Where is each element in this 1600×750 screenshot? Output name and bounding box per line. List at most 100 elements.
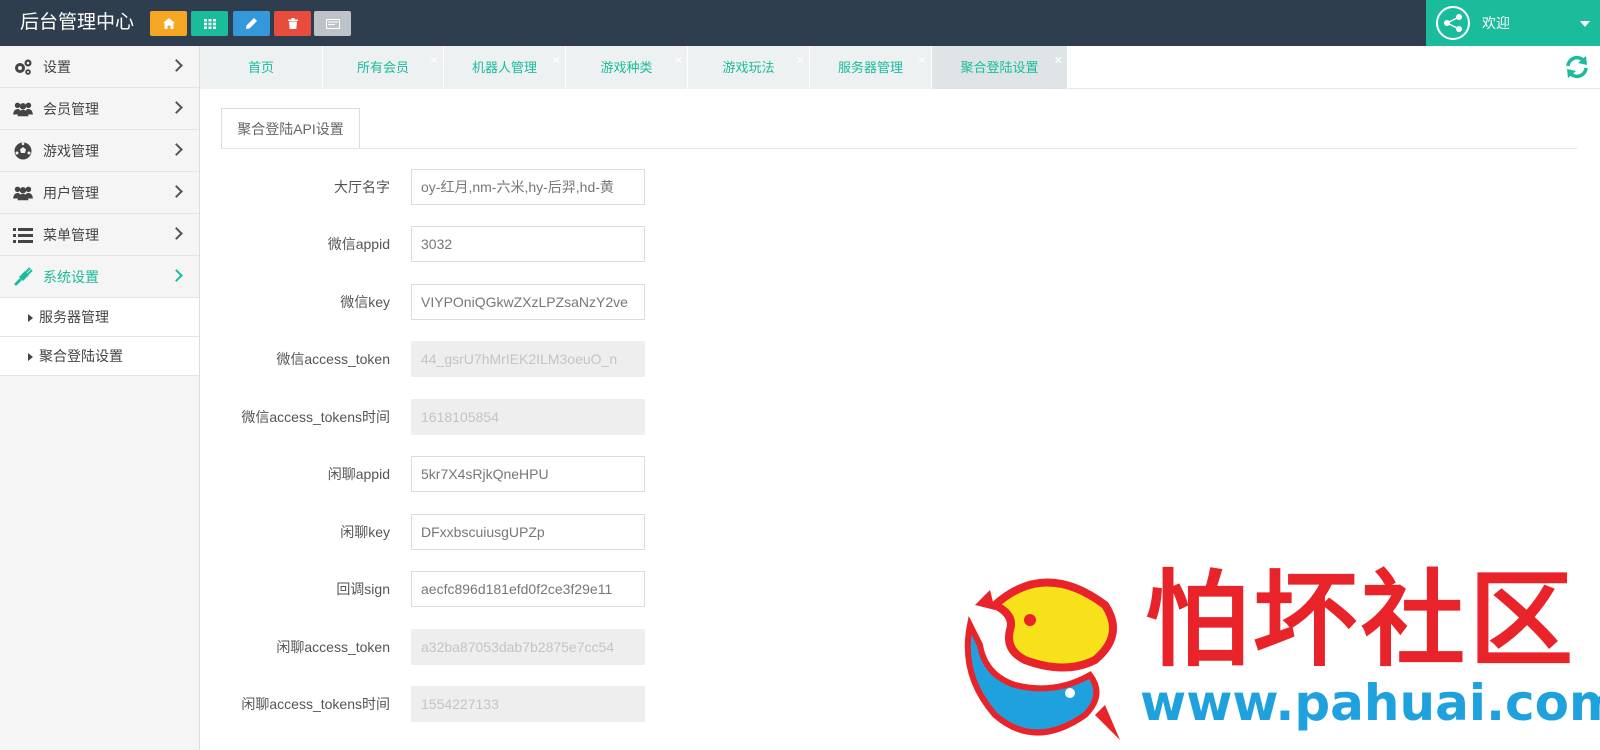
tab-robot-management[interactable]: 机器人管理 ✕ — [444, 46, 566, 89]
tab-label: 服务器管理 — [837, 60, 903, 75]
field-label: 微信access_token — [276, 351, 390, 367]
tab-game-types[interactable]: 游戏种类 ✕ — [566, 46, 688, 89]
sidebar-item-label: 系统设置 — [43, 269, 99, 285]
sidebar-item-label: 会员管理 — [43, 101, 99, 117]
top-bar: 后台管理中心 欢迎 — [0, 0, 1600, 46]
field-label: 闲聊appid — [327, 466, 390, 482]
close-icon[interactable]: ✕ — [918, 56, 927, 67]
tab-label: 机器人管理 — [471, 60, 537, 75]
field-label: 微信access_tokens时间 — [241, 409, 390, 425]
tab-label: 首页 — [247, 60, 274, 75]
home-button[interactable] — [150, 11, 187, 36]
tab-label: 游戏种类 — [600, 60, 653, 75]
user-menu[interactable]: 欢迎 — [1426, 0, 1600, 46]
tab-label: 游戏玩法 — [722, 60, 775, 75]
sidebar-item-users[interactable]: 用户管理 — [0, 172, 199, 214]
sidebar-item-menus[interactable]: 菜单管理 — [0, 214, 199, 256]
form-row-xianliao-access-token-time: 闲聊access_tokens时间 1554227133 — [200, 686, 860, 724]
tab-aggregate-login[interactable]: 聚合登陆设置 ✕ — [932, 46, 1068, 89]
trash-icon — [287, 18, 298, 29]
sidebar-item-settings[interactable]: 设置 — [0, 46, 199, 88]
close-icon[interactable]: ✕ — [674, 56, 683, 67]
delete-button[interactable] — [274, 11, 311, 36]
wechat-appid-input[interactable]: 3032 — [411, 226, 645, 262]
users-icon — [13, 184, 33, 202]
sidebar-item-label: 设置 — [43, 59, 71, 75]
gears-icon — [13, 58, 33, 76]
close-icon[interactable]: ✕ — [430, 56, 439, 67]
tab-label: 所有会员 — [356, 60, 409, 75]
sidebar-item-label: 游戏管理 — [43, 143, 99, 159]
sidebar-item-members[interactable]: 会员管理 — [0, 88, 199, 130]
close-icon[interactable]: ✕ — [1054, 56, 1063, 67]
watermark: 怕坏社区 www.pahuai.com — [955, 558, 1600, 750]
card-button[interactable] — [314, 11, 351, 36]
tab-game-play[interactable]: 游戏玩法 ✕ — [688, 46, 810, 89]
list-icon — [13, 226, 33, 244]
caret-right-icon — [28, 353, 33, 361]
refresh-icon[interactable] — [1564, 54, 1590, 80]
tab-home[interactable]: 首页 — [200, 46, 323, 89]
edit-button[interactable] — [233, 11, 270, 36]
chevron-right-icon — [170, 143, 183, 156]
sidebar-item-label: 菜单管理 — [43, 227, 99, 243]
sidebar-item-games[interactable]: 游戏管理 — [0, 130, 199, 172]
form-row-xianliao-access-token: 闲聊access_token a32ba87053dab7b2875e7cc54 — [200, 629, 860, 667]
soccer-ball-icon — [13, 142, 33, 160]
callback-sign-input[interactable]: aecfc896d181efd0f2ce3f29e11 — [411, 571, 645, 607]
card-icon — [325, 18, 340, 29]
close-icon[interactable]: ✕ — [796, 56, 805, 67]
field-label: 回调sign — [336, 581, 390, 597]
chevron-right-icon — [170, 185, 183, 198]
content-tab-label: 聚合登陆API设置 — [237, 121, 344, 137]
form-row-xianliao-appid: 闲聊appid 5kr7X4sRjkQneHPU — [200, 456, 860, 494]
field-label: 微信key — [340, 294, 390, 310]
form-row-callback-sign: 回调sign aecfc896d181efd0f2ce3f29e11 — [200, 571, 860, 609]
pencil-icon — [246, 18, 257, 29]
hall-name-input[interactable]: oy-红月,nm-六米,hy-后羿,hd-黄 — [411, 169, 645, 205]
field-label: 大厅名字 — [334, 179, 390, 195]
plug-icon — [13, 267, 33, 286]
share-icon — [1444, 14, 1462, 32]
tab-bar: 首页 所有会员 ✕ 机器人管理 ✕ 游戏种类 ✕ 游戏玩法 ✕ 服务器管理 ✕ … — [200, 46, 1600, 89]
chevron-down-icon — [1580, 21, 1590, 27]
close-icon[interactable]: ✕ — [552, 56, 561, 67]
welcome-text: 欢迎 — [1482, 15, 1510, 31]
watermark-title: 怕坏社区 — [1145, 558, 1578, 681]
watermark-url: www.pahuai.com — [1140, 674, 1600, 732]
tabs-strip: 首页 所有会员 ✕ 机器人管理 ✕ 游戏种类 ✕ 游戏玩法 ✕ 服务器管理 ✕ … — [200, 46, 1068, 89]
xianliao-access-token-input: a32ba87053dab7b2875e7cc54 — [411, 629, 645, 665]
avatar — [1436, 6, 1470, 40]
field-label: 闲聊access_token — [276, 639, 390, 655]
field-label: 微信appid — [327, 236, 390, 252]
chevron-right-icon — [170, 227, 183, 240]
home-icon — [162, 18, 175, 29]
caret-right-icon — [28, 314, 33, 322]
tab-server-management[interactable]: 服务器管理 ✕ — [810, 46, 932, 89]
sidebar-subitem-aggregate-login[interactable]: 聚合登陆设置 — [0, 337, 199, 376]
chevron-right-icon — [170, 59, 183, 72]
xianliao-appid-input[interactable]: 5kr7X4sRjkQneHPU — [411, 456, 645, 492]
chevron-right-icon — [170, 269, 183, 282]
grid-button[interactable] — [191, 11, 228, 36]
sidebar-item-label: 用户管理 — [43, 185, 99, 201]
xianliao-key-input[interactable]: DFxxbscuiusgUPZp — [411, 514, 645, 550]
tab-label: 聚合登陆设置 — [960, 60, 1039, 75]
sidebar-item-system-settings[interactable]: 系统设置 — [0, 256, 199, 298]
form-row-wechat-key: 微信key VIYPOniQGkwZXzLPZsaNzY2ve — [200, 284, 860, 322]
form-row-wechat-appid: 微信appid 3032 — [200, 226, 860, 264]
sidebar-subitem-server-management[interactable]: 服务器管理 — [0, 298, 199, 337]
wechat-access-token-time-input: 1618105854 — [411, 399, 645, 435]
sidebar: 设置 会员管理 游戏管理 用户管理 菜单管理 系统设置 服务器管理 聚合登陆设置 — [0, 46, 200, 750]
tab-aggregate-login-api[interactable]: 聚合登陆API设置 — [221, 108, 360, 149]
tab-all-members[interactable]: 所有会员 ✕ — [323, 46, 444, 89]
sidebar-subitem-label: 服务器管理 — [39, 309, 109, 325]
wechat-access-token-input: 44_gsrU7hMrIEK2ILM3oeuO_n — [411, 341, 645, 377]
brand-title: 后台管理中心 — [20, 12, 135, 33]
form-row-wechat-access-token-time: 微信access_tokens时间 1618105854 — [200, 399, 860, 437]
wechat-key-input[interactable]: VIYPOniQGkwZXzLPZsaNzY2ve — [411, 284, 645, 320]
form-row-hall-name: 大厅名字 oy-红月,nm-六米,hy-后羿,hd-黄 — [200, 169, 860, 207]
form-row-xianliao-key: 闲聊key DFxxbscuiusgUPZp — [200, 514, 860, 552]
fish-logo-icon — [964, 578, 1120, 740]
xianliao-access-token-time-input: 1554227133 — [411, 686, 645, 722]
